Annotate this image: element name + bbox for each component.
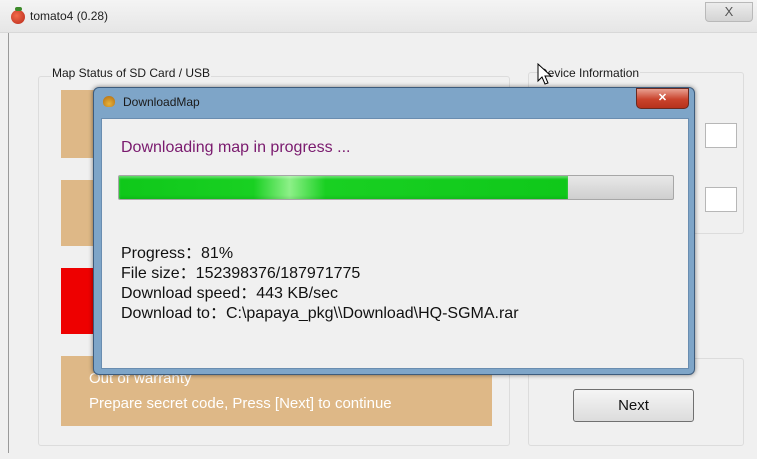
instruction-text: Prepare secret code, Press [Next] to con…	[89, 395, 392, 412]
window-title: tomato4 (0.28)	[30, 9, 109, 23]
close-icon[interactable]: X	[705, 2, 753, 22]
window-left-edge	[8, 33, 9, 453]
download-map-icon	[103, 96, 115, 107]
download-progress-bar	[118, 175, 674, 200]
next-button[interactable]: Next	[573, 389, 694, 422]
download-to-text: Download to：C:\papaya_pkg\\Download\HQ-S…	[121, 305, 519, 322]
device-info-field-1[interactable]	[705, 123, 737, 148]
dialog-close-button[interactable]: ✕	[636, 88, 689, 109]
download-map-dialog: DownloadMap ✕ Downloading map in progres…	[93, 87, 695, 375]
dialog-body: Downloading map in progress ... Progress…	[101, 118, 689, 369]
mouse-cursor-icon	[537, 63, 553, 85]
dialog-title: DownloadMap	[123, 95, 200, 109]
device-info-field-2[interactable]	[705, 187, 737, 212]
device-info-label: Device Information	[538, 66, 641, 80]
map-status-label: Map Status of SD Card / USB	[51, 66, 212, 80]
title-bar: tomato4 (0.28) X	[0, 0, 757, 33]
download-progress-fill	[119, 176, 568, 199]
dialog-heading: Downloading map in progress ...	[121, 139, 351, 156]
tomato-app-icon	[11, 7, 25, 24]
